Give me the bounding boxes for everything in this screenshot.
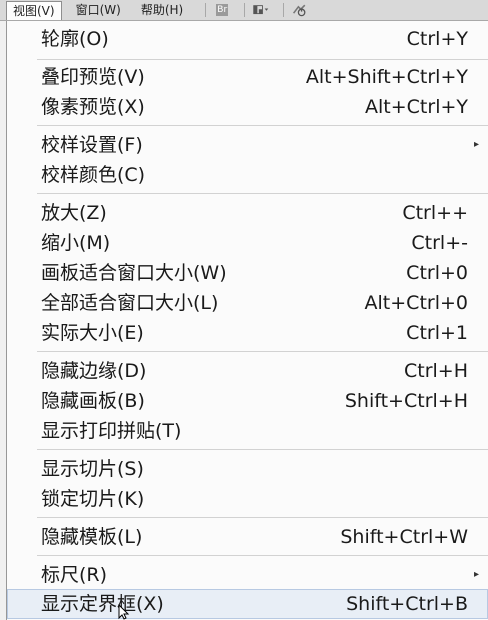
menu-item-label: 缩小(M) [41, 232, 111, 254]
menu-item-label: 轮廓(O) [41, 28, 109, 50]
toolbar-separator [283, 3, 285, 17]
menu-item-shortcut: Alt+Shift+Ctrl+Y [305, 66, 468, 88]
menu-item-shortcut: Ctrl+Y [406, 28, 468, 50]
menu-separator [37, 449, 488, 450]
menu-separator [37, 193, 488, 194]
menu-item-label: 标尺(R) [41, 564, 108, 586]
menu-item-shortcut: Shift+Ctrl+H [344, 390, 468, 412]
menu-item-outline[interactable]: 轮廓(O) Ctrl+Y [7, 25, 488, 53]
menu-item-zoom-in[interactable]: 放大(Z) Ctrl++ [7, 199, 488, 227]
menubar-item-view[interactable]: 视图(V) [6, 0, 62, 20]
menu-item-shortcut: Ctrl+H [403, 360, 468, 382]
menu-item-lock-slices[interactable]: 锁定切片(K) [7, 485, 488, 513]
menu-item-shortcut: Ctrl++ [402, 202, 468, 224]
menu-item-pixel-preview[interactable]: 像素预览(X) Alt+Ctrl+Y [7, 93, 488, 121]
menu-item-show-slices[interactable]: 显示切片(S) [7, 455, 488, 483]
menu-item-label: 校样设置(F) [41, 134, 143, 156]
menu-item-label: 隐藏边缘(D) [41, 360, 147, 382]
menu-item-fit-all[interactable]: 全部适合窗口大小(L) Alt+Ctrl+0 [7, 289, 488, 317]
submenu-arrow-icon: ▸ [473, 569, 479, 580]
menu-item-show-print-tiling[interactable]: 显示打印拼贴(T) [7, 417, 488, 445]
arrange-documents-icon[interactable] [253, 3, 269, 17]
menu-separator [37, 555, 488, 556]
menu-item-shortcut: Shift+Ctrl+W [340, 526, 468, 548]
menu-item-label: 显示定界框(X) [41, 593, 164, 615]
menu-item-shortcut: Ctrl+1 [406, 322, 468, 344]
menu-separator [37, 351, 488, 352]
menu-item-label: 锁定切片(K) [41, 488, 145, 510]
menu-item-label: 校样颜色(C) [41, 164, 146, 186]
menu-item-hide-edges[interactable]: 隐藏边缘(D) Ctrl+H [7, 357, 488, 385]
menu-item-actual-size[interactable]: 实际大小(E) Ctrl+1 [7, 319, 488, 347]
menu-item-label: 全部适合窗口大小(L) [41, 292, 219, 314]
menu-item-label: 像素预览(X) [41, 96, 145, 118]
menu-item-shortcut: Shift+Ctrl+B [346, 593, 468, 615]
menu-item-shortcut: Alt+Ctrl+Y [365, 96, 468, 118]
menu-item-proof-colors[interactable]: 校样颜色(C) [7, 161, 488, 189]
bridge-icon[interactable]: Br [214, 3, 230, 17]
toolbar-separator [205, 3, 207, 17]
menu-item-label: 画板适合窗口大小(W) [41, 262, 227, 284]
menu-item-label: 显示打印拼贴(T) [41, 420, 182, 442]
menubar-item-help[interactable]: 帮助(H) [135, 1, 189, 20]
menu-item-fit-artboard[interactable]: 画板适合窗口大小(W) Ctrl+0 [7, 259, 488, 287]
menu-item-label: 实际大小(E) [41, 322, 144, 344]
menu-item-proof-setup[interactable]: 校样设置(F) ▸ [7, 131, 488, 159]
menu-item-zoom-out[interactable]: 缩小(M) Ctrl+- [7, 229, 488, 257]
menu-item-shortcut: Alt+Ctrl+0 [364, 292, 468, 314]
toolbar-separator [244, 3, 246, 17]
menu-bar: 视图(V) 窗口(W) 帮助(H) Br [0, 0, 488, 21]
menu-item-hide-artboards[interactable]: 隐藏画板(B) Shift+Ctrl+H [7, 387, 488, 415]
mouse-cursor-icon [118, 604, 130, 620]
menu-item-shortcut: Ctrl+0 [406, 262, 468, 284]
gpu-performance-icon[interactable] [292, 3, 308, 17]
menu-item-label: 隐藏模板(L) [41, 526, 143, 548]
menu-item-label: 叠印预览(V) [41, 66, 145, 88]
menu-item-label: 显示切片(S) [41, 458, 144, 480]
menu-separator [37, 517, 488, 518]
menu-item-show-bounding-box[interactable]: 显示定界框(X) Shift+Ctrl+B [7, 589, 488, 619]
menu-item-shortcut: Ctrl+- [411, 232, 468, 254]
menu-item-rulers[interactable]: 标尺(R) ▸ [7, 561, 488, 589]
menu-item-overprint-preview[interactable]: 叠印预览(V) Alt+Shift+Ctrl+Y [7, 63, 488, 91]
menu-item-label: 隐藏画板(B) [41, 390, 145, 412]
menu-separator [37, 59, 488, 60]
menu-item-hide-template[interactable]: 隐藏模板(L) Shift+Ctrl+W [7, 523, 488, 551]
view-menu-dropdown: 轮廓(O) Ctrl+Y 叠印预览(V) Alt+Shift+Ctrl+Y 像素… [6, 21, 488, 620]
menu-item-label: 放大(Z) [41, 202, 107, 224]
submenu-arrow-icon: ▸ [473, 139, 479, 150]
menubar-item-window[interactable]: 窗口(W) [70, 1, 127, 20]
menu-separator [37, 125, 488, 126]
